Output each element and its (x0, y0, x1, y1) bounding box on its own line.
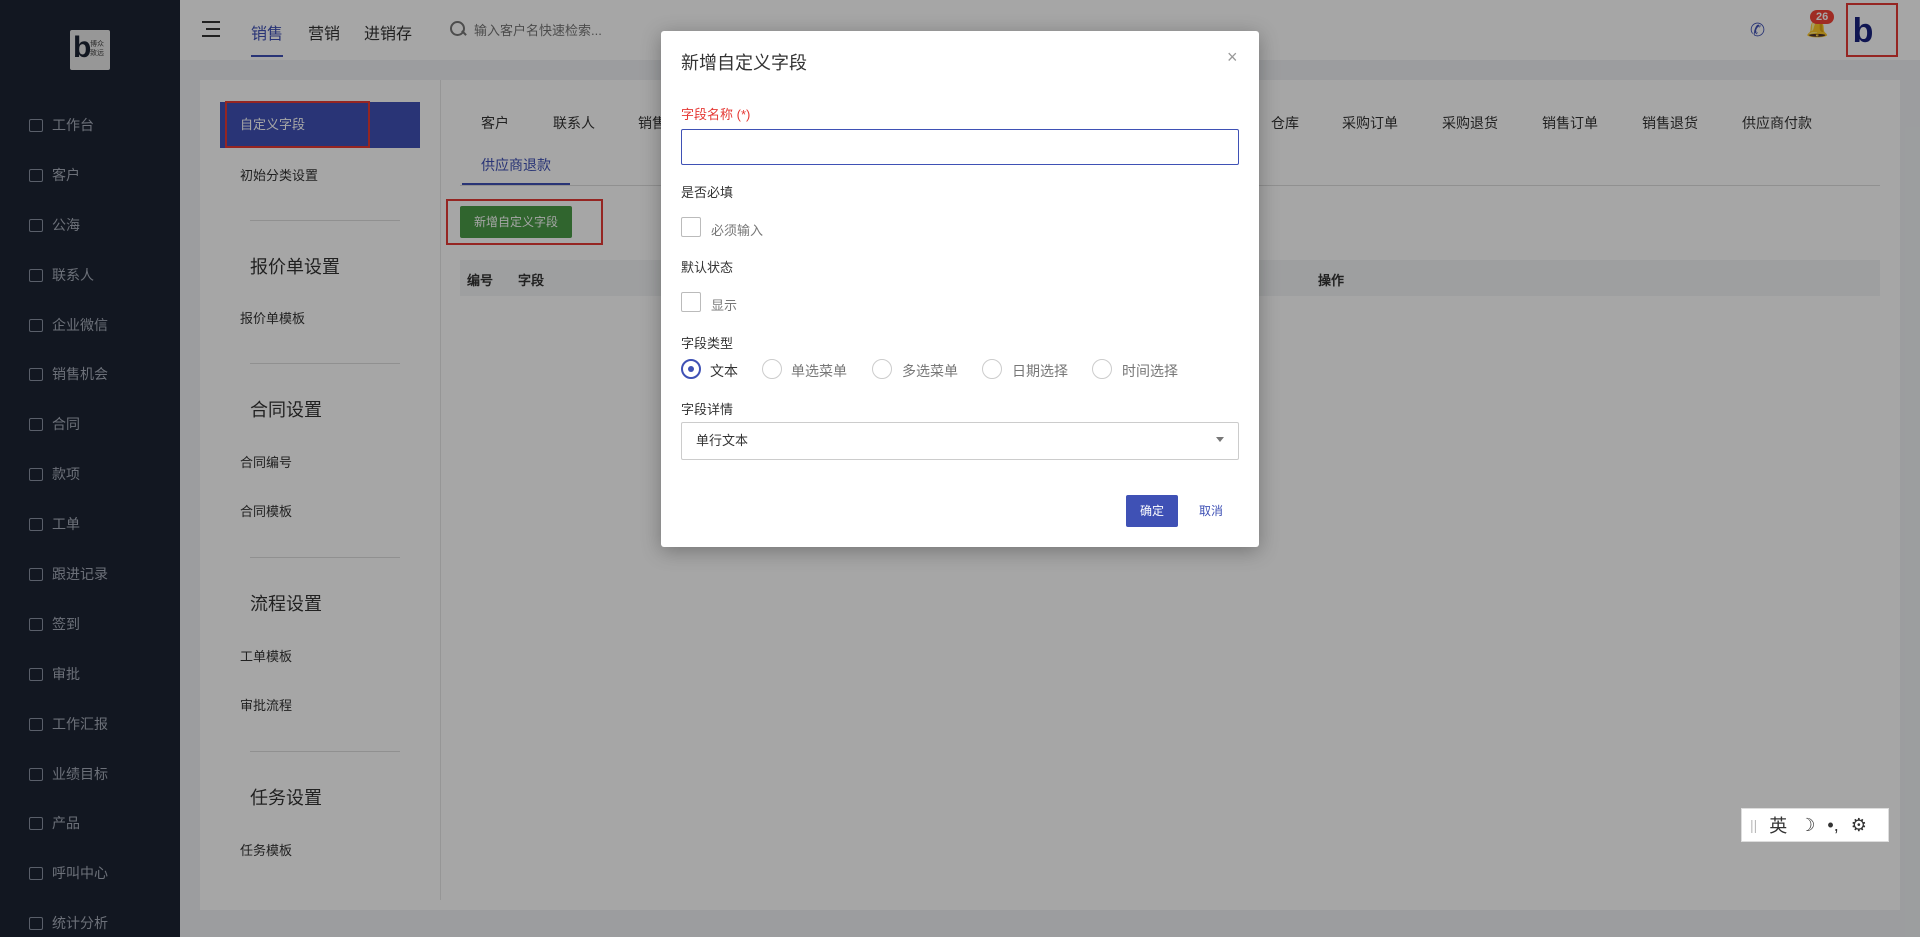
add-custom-field-dialog: 新增自定义字段 × 字段名称 (*) 是否必填 必须输入 默认状态 显示 字段类… (661, 31, 1259, 547)
dialog-title: 新增自定义字段 (681, 53, 807, 73)
field-name-input[interactable] (681, 129, 1239, 165)
default-state-checkbox[interactable] (681, 292, 701, 312)
drag-handle-icon[interactable]: || (1750, 817, 1757, 833)
gear-icon[interactable]: ⚙ (1851, 815, 1867, 836)
required-checkbox[interactable] (681, 217, 701, 237)
type-radio-multi-select[interactable] (872, 359, 892, 379)
required-option-label: 必须输入 (711, 223, 764, 238)
type-radio-date-label: 日期选择 (1012, 363, 1068, 379)
field-name-label: 字段名称 (*) (681, 107, 751, 122)
ime-toolbar: || 英 ☽ •, ⚙ (1741, 808, 1889, 842)
confirm-button[interactable]: 确定 (1126, 495, 1178, 527)
ime-language-toggle[interactable]: 英 (1769, 812, 1787, 838)
default-state-label: 默认状态 (681, 260, 734, 275)
close-icon[interactable]: × (1227, 47, 1238, 68)
type-radio-time[interactable] (1092, 359, 1112, 379)
type-radio-text-label: 文本 (710, 363, 738, 379)
moon-icon[interactable]: ☽ (1799, 815, 1815, 836)
field-detail-label: 字段详情 (681, 402, 734, 417)
field-detail-select[interactable]: 单行文本 (681, 422, 1239, 460)
type-radio-multi-select-label: 多选菜单 (902, 363, 958, 379)
type-radio-text[interactable] (681, 359, 701, 379)
chevron-down-icon (1216, 437, 1224, 442)
required-label: 是否必填 (681, 185, 734, 200)
type-radio-single-select[interactable] (762, 359, 782, 379)
type-radio-time-label: 时间选择 (1122, 363, 1178, 379)
type-radio-date[interactable] (982, 359, 1002, 379)
default-state-option-label: 显示 (711, 298, 738, 313)
field-type-label: 字段类型 (681, 336, 734, 351)
cancel-button[interactable]: 取消 (1199, 495, 1223, 527)
type-radio-single-select-label: 单选菜单 (791, 363, 847, 379)
punctuation-icon[interactable]: •, (1827, 815, 1838, 836)
